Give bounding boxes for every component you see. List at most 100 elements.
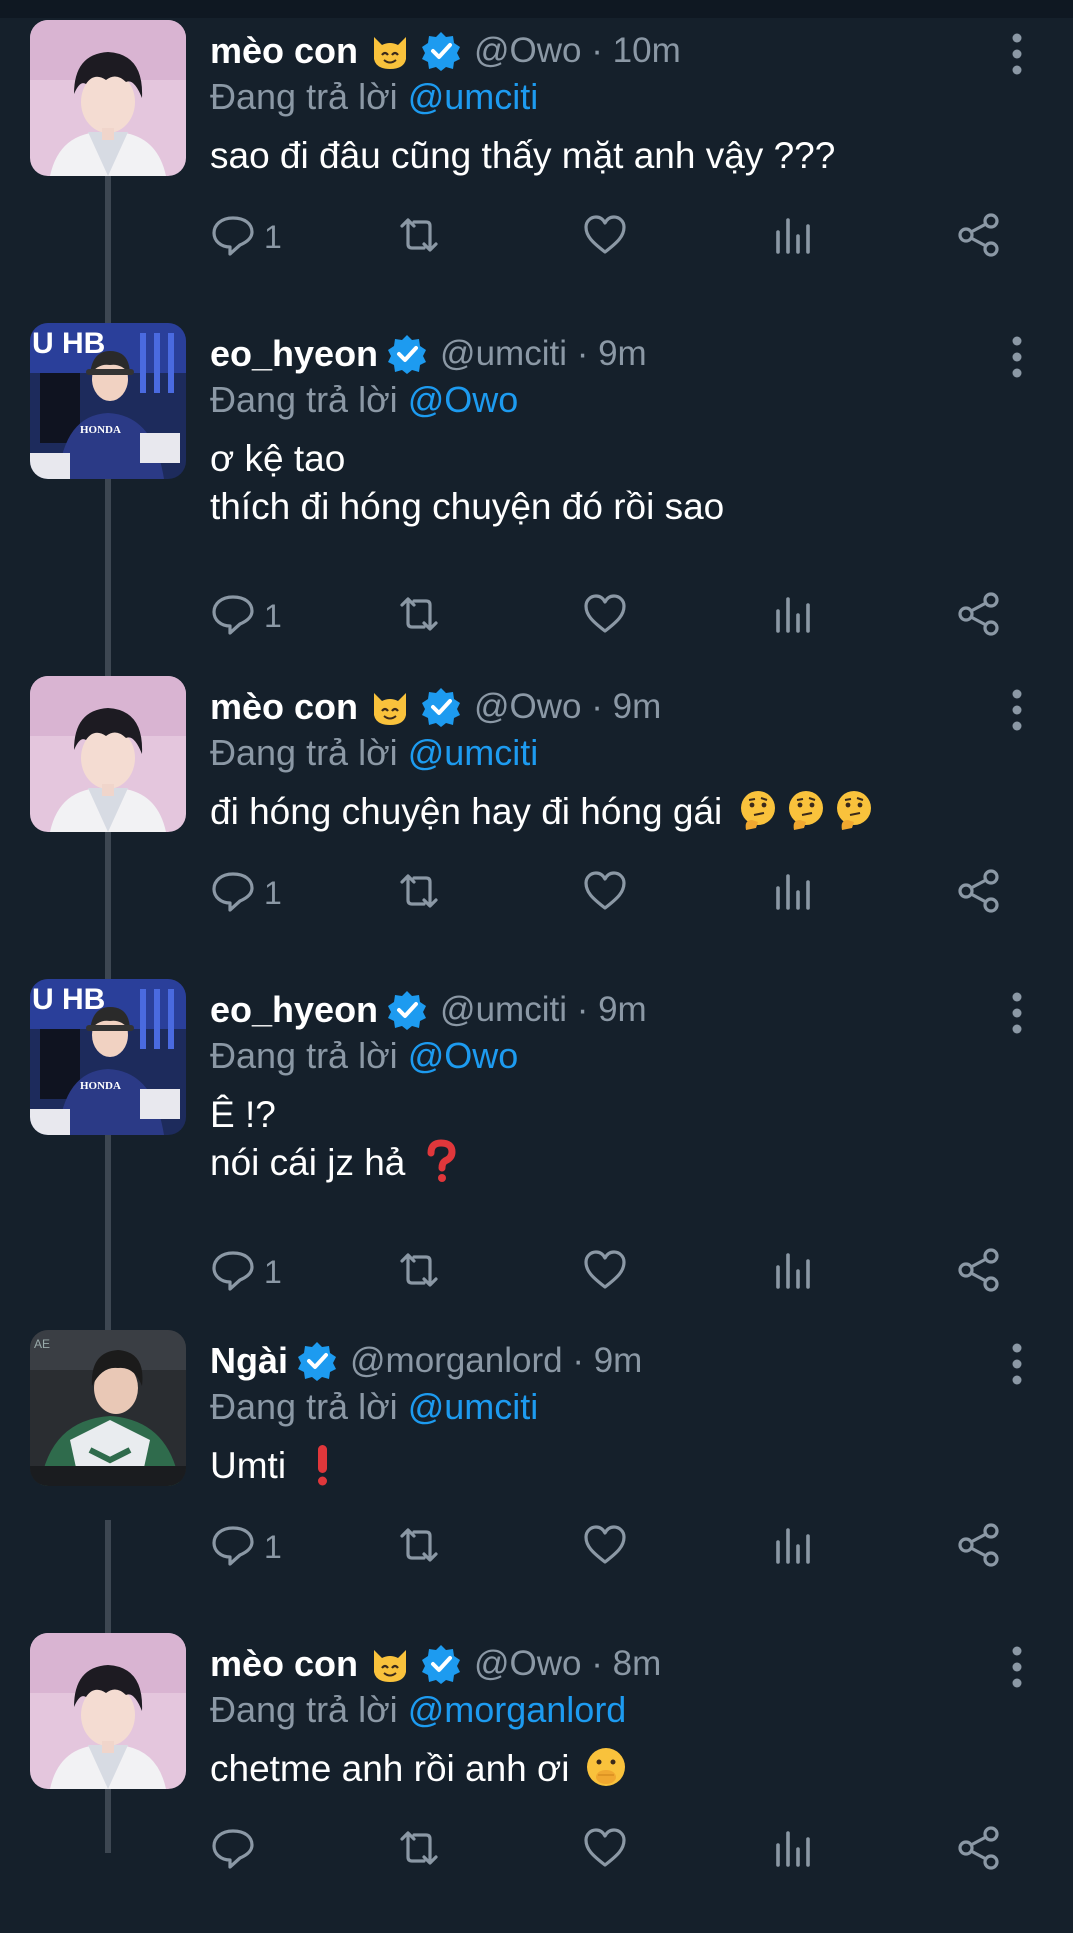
user-handle[interactable]: @umciti: [440, 990, 567, 1029]
mention-link[interactable]: @Owo: [408, 379, 519, 420]
user-handle[interactable]: @morganlord: [350, 1341, 563, 1380]
tweet-card[interactable]: mèo con @Owo · 10m Đang trả lời @umciti …: [0, 20, 1073, 320]
tweet-header: Ngài @morganlord · 9m: [210, 1336, 642, 1386]
display-name[interactable]: eo_hyeon: [210, 333, 378, 375]
replying-to: Đang trả lời @umciti: [210, 1386, 538, 1428]
avatar[interactable]: [30, 20, 186, 176]
like-button[interactable]: [582, 591, 628, 641]
avatar[interactable]: AE: [30, 1330, 186, 1486]
mention-link[interactable]: @Owo: [408, 1035, 519, 1076]
reply-count: 1: [264, 1253, 282, 1290]
like-button[interactable]: [582, 1825, 628, 1875]
timestamp[interactable]: 9m: [598, 990, 647, 1029]
timestamp[interactable]: 10m: [613, 31, 681, 70]
display-name[interactable]: mèo con: [210, 686, 358, 728]
timestamp[interactable]: 9m: [613, 687, 662, 726]
share-button[interactable]: [956, 868, 1002, 918]
replying-to-label: Đang trả lời: [210, 76, 408, 117]
reply-button[interactable]: 1: [210, 1247, 282, 1297]
more-options-icon[interactable]: [1007, 991, 1027, 1035]
user-handle[interactable]: @Owo: [474, 1644, 582, 1683]
mention-link[interactable]: @umciti: [408, 1386, 539, 1427]
verified-badge-icon: [386, 989, 428, 1031]
more-options-icon[interactable]: [1007, 1645, 1027, 1689]
views-button[interactable]: [770, 1247, 816, 1297]
tweet-actions: 1: [210, 1247, 1010, 1297]
reply-button[interactable]: 1: [210, 868, 282, 918]
user-handle[interactable]: @Owo: [474, 31, 582, 70]
timestamp[interactable]: 9m: [594, 1341, 643, 1380]
retweet-icon: [396, 212, 442, 263]
like-button[interactable]: [582, 212, 628, 262]
mention-link[interactable]: @umciti: [408, 76, 539, 117]
tweet-header: mèo con @Owo · 9m: [210, 682, 661, 732]
tweet-card[interactable]: AE Ngài @morganlord · 9m Đang trả lời @u…: [0, 1330, 1073, 1630]
user-handle[interactable]: @umciti: [440, 334, 567, 373]
retweet-button[interactable]: [396, 1825, 442, 1875]
reply-button[interactable]: 1: [210, 1522, 282, 1572]
retweet-button[interactable]: [396, 1247, 442, 1297]
user-handle[interactable]: @Owo: [474, 687, 582, 726]
avatar[interactable]: U HB HONDA: [30, 979, 186, 1135]
tweet-text: ơ kệ tao thích đi hóng chuyện đó rồi sao: [210, 435, 724, 531]
views-button[interactable]: [770, 212, 816, 262]
display-name[interactable]: Ngài: [210, 1340, 288, 1382]
tweet-text-body: chetme anh rồi anh ơi: [210, 1748, 570, 1789]
retweet-button[interactable]: [396, 868, 442, 918]
tweet-card[interactable]: mèo con @Owo · 8m Đang trả lời @morganlo…: [0, 1633, 1073, 1933]
reply-icon: [210, 1825, 256, 1876]
retweet-button[interactable]: [396, 212, 442, 262]
heart-icon: [582, 591, 628, 642]
tweet-text: Ê !? nói cái jz hả: [210, 1091, 463, 1187]
views-button[interactable]: [770, 868, 816, 918]
reply-icon: [210, 591, 256, 642]
timestamp[interactable]: 8m: [613, 1644, 662, 1683]
like-button[interactable]: [582, 1247, 628, 1297]
more-options-icon[interactable]: [1007, 688, 1027, 732]
more-options-icon[interactable]: [1007, 32, 1027, 76]
tweet-card[interactable]: U HB HONDA eo_hyeon @umciti · 9m Đang tr…: [0, 323, 1073, 636]
views-button[interactable]: [770, 1825, 816, 1875]
tweet-card[interactable]: U HB HONDA eo_hyeon @umciti · 9m Đang tr…: [0, 979, 1073, 1292]
analytics-icon: [770, 1825, 816, 1876]
avatar[interactable]: U HB HONDA: [30, 323, 186, 479]
reply-button[interactable]: 1: [210, 212, 282, 262]
share-button[interactable]: [956, 1522, 1002, 1572]
retweet-button[interactable]: [396, 591, 442, 641]
views-button[interactable]: [770, 591, 816, 641]
views-button[interactable]: [770, 1522, 816, 1572]
mention-link[interactable]: @umciti: [408, 732, 539, 773]
more-options-icon[interactable]: [1007, 1342, 1027, 1386]
display-name[interactable]: mèo con: [210, 1643, 358, 1685]
reply-icon: [210, 868, 256, 919]
like-button[interactable]: [582, 868, 628, 918]
replying-to-label: Đang trả lời: [210, 1386, 408, 1427]
reply-count: 1: [264, 218, 282, 255]
reply-count: 1: [264, 874, 282, 911]
replying-to-label: Đang trả lời: [210, 732, 408, 773]
avatar[interactable]: [30, 1633, 186, 1789]
heart-icon: [582, 1522, 628, 1573]
like-button[interactable]: [582, 1522, 628, 1572]
svg-text:AE: AE: [34, 1337, 50, 1351]
analytics-icon: [770, 1247, 816, 1298]
mention-link[interactable]: @morganlord: [408, 1689, 627, 1730]
reply-button[interactable]: 1: [210, 591, 282, 641]
reply-button[interactable]: [210, 1825, 264, 1875]
more-options-icon[interactable]: [1007, 335, 1027, 379]
tweet-card[interactable]: mèo con @Owo · 9m Đang trả lời @umciti đ…: [0, 676, 1073, 976]
handle-and-time: @Owo · 10m: [474, 31, 681, 70]
share-button[interactable]: [956, 1247, 1002, 1297]
verified-badge-icon: [420, 686, 462, 728]
share-button[interactable]: [956, 1825, 1002, 1875]
share-button[interactable]: [956, 591, 1002, 641]
timestamp[interactable]: 9m: [598, 334, 647, 373]
retweet-button[interactable]: [396, 1522, 442, 1572]
avatar[interactable]: [30, 676, 186, 832]
display-name[interactable]: mèo con: [210, 30, 358, 72]
display-name[interactable]: eo_hyeon: [210, 989, 378, 1031]
tweet-actions: 1: [210, 868, 1010, 918]
tweet-header: mèo con @Owo · 8m: [210, 1639, 661, 1689]
heart-icon: [582, 1825, 628, 1876]
share-button[interactable]: [956, 212, 1002, 262]
